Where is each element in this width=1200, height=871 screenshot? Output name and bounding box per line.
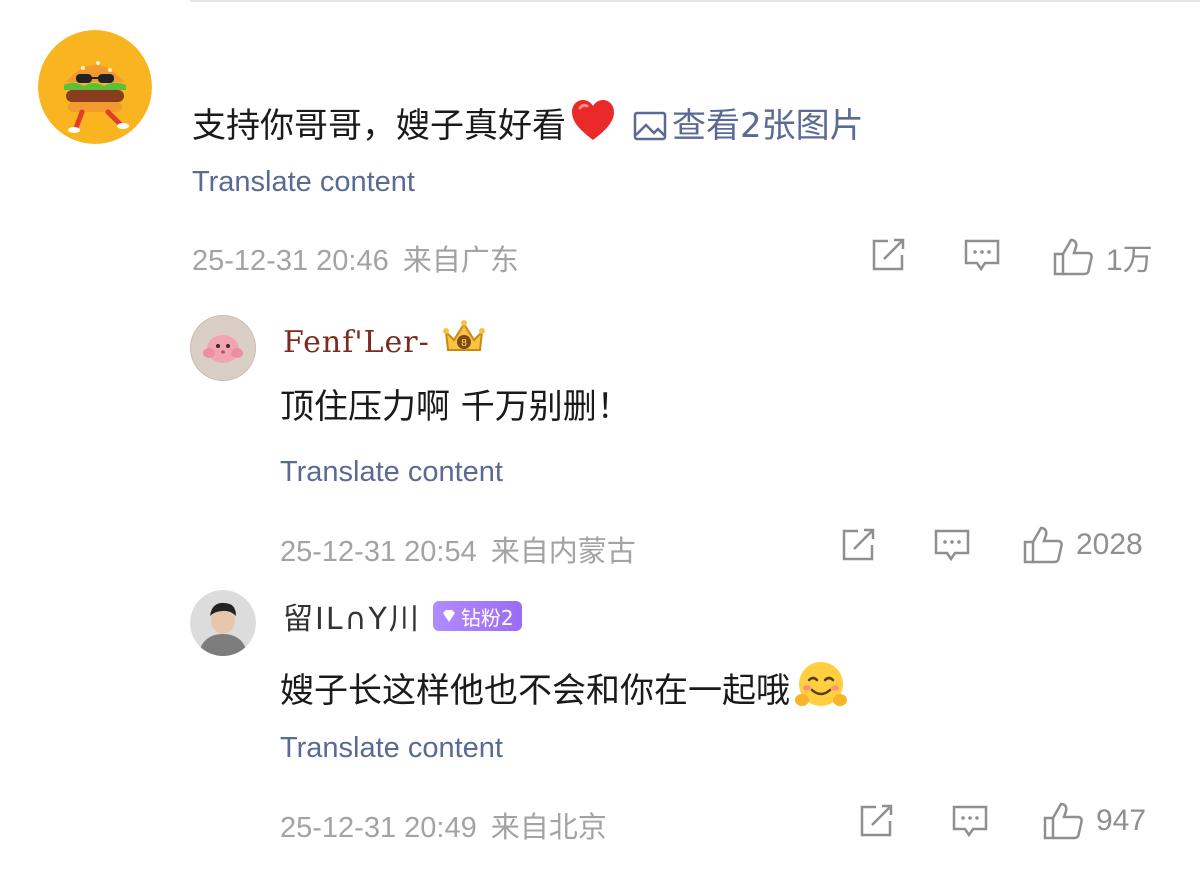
fan-level-badge[interactable]: 钻粉2 (432, 601, 522, 631)
location: 来自广东 (402, 243, 519, 277)
top-divider (190, 0, 1200, 2)
share-button[interactable] (840, 527, 878, 563)
comment-meta: 25-12-31 20:49 来自北京 (280, 804, 607, 846)
burger-avatar-icon (38, 30, 152, 144)
user-photo-avatar-icon (190, 590, 256, 656)
thumbs-up-icon (1053, 238, 1093, 276)
username-text: 留IL∩Y川 (283, 602, 421, 637)
pink-character-avatar-icon (190, 315, 256, 381)
share-icon (860, 804, 893, 837)
comment-text: 支持你哥哥，嫂子真好看 查看2张图片 (192, 98, 864, 153)
translate-link[interactable]: Translate content (280, 732, 503, 765)
svg-text:8: 8 (461, 338, 467, 349)
reply-button[interactable] (933, 527, 971, 563)
timestamp: 25-12-31 20:54 (280, 536, 477, 568)
red-heart-icon (570, 98, 616, 153)
like-count: 947 (1096, 804, 1147, 837)
username-text: Fenf'Ler- (283, 324, 430, 360)
comment-meta: 25-12-31 20:54 来自内蒙古 (280, 528, 636, 570)
like-button[interactable]: 1万 (1052, 235, 1153, 279)
share-icon (842, 528, 875, 561)
thumbs-up-icon (1023, 526, 1063, 564)
view-images-link[interactable]: 查看2张图片 (632, 104, 864, 148)
comment-icon (964, 239, 1000, 272)
translate-link[interactable]: Translate content (192, 166, 415, 199)
badge-label: 钻粉2 (460, 605, 514, 630)
comment-icon (934, 529, 970, 562)
image-icon (633, 111, 667, 140)
view-images-label: 查看2张图片 (672, 105, 864, 146)
reply-button[interactable] (963, 237, 1001, 273)
timestamp: 25-12-31 20:49 (280, 812, 477, 844)
comment-text: 嫂子长这样他也不会和你在一起哦 (280, 660, 848, 721)
crown-badge-icon: 8 (440, 318, 488, 366)
diamond-icon (441, 604, 457, 628)
avatar[interactable] (190, 590, 256, 656)
comment-icon (952, 805, 988, 838)
reply-button[interactable] (951, 803, 989, 839)
blushing-hug-face-icon (794, 660, 848, 721)
avatar[interactable] (38, 30, 152, 144)
translate-link[interactable]: Translate content (280, 456, 503, 489)
username[interactable]: Fenf'Ler- 8 (283, 318, 488, 366)
avatar[interactable] (190, 315, 256, 381)
share-button[interactable] (870, 237, 908, 273)
location: 来自北京 (490, 810, 607, 844)
share-icon (872, 238, 905, 271)
like-button[interactable]: 947 (1042, 801, 1146, 841)
like-count: 2028 (1076, 528, 1143, 561)
timestamp: 25-12-31 20:46 (192, 245, 389, 277)
share-button[interactable] (858, 803, 896, 839)
comment-body: 支持你哥哥，嫂子真好看 (192, 105, 566, 146)
comment-meta: 25-12-31 20:46 来自广东 (192, 237, 519, 279)
comment-body: 嫂子长这样他也不会和你在一起哦 (280, 670, 790, 711)
username[interactable]: 留IL∩Y川 钻粉2 (283, 594, 522, 638)
thumbs-up-icon (1043, 802, 1083, 840)
comment-text: 顶住压力啊 千万别删！ (280, 387, 631, 427)
location: 来自内蒙古 (490, 534, 636, 568)
like-count: 1万 (1106, 244, 1153, 277)
like-button[interactable]: 2028 (1022, 525, 1143, 565)
